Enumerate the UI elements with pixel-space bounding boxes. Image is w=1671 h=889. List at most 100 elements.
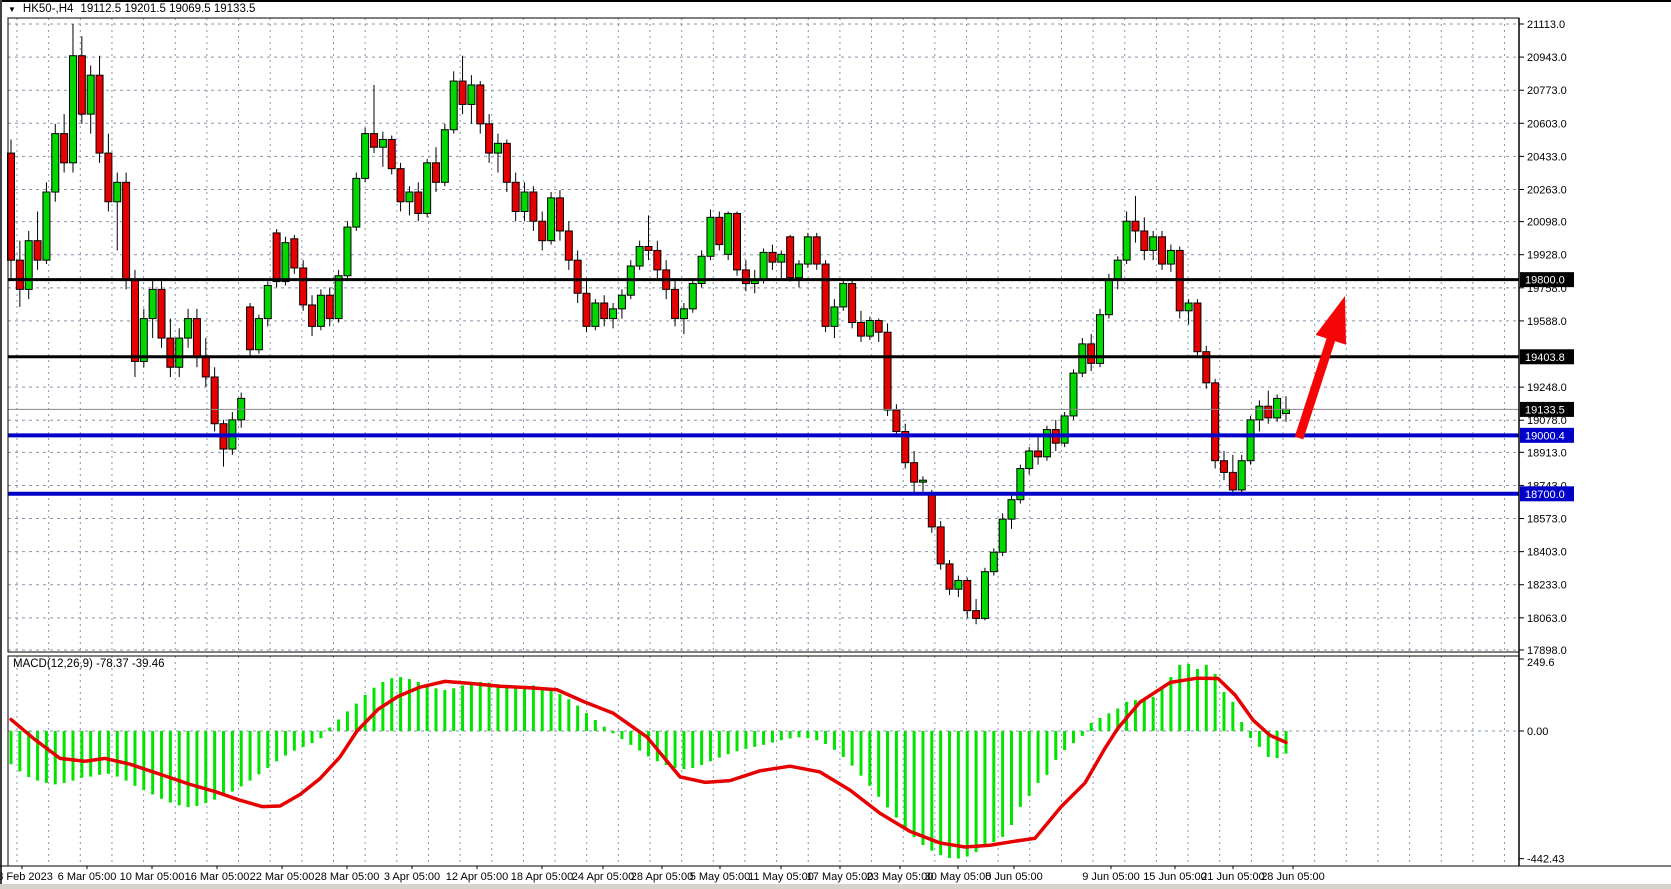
bear-candle	[388, 139, 395, 168]
price-badge: 19403.8	[1520, 349, 1574, 364]
bull-candle	[1282, 409, 1289, 413]
price-tick-label: 19248.0	[1527, 382, 1567, 394]
macd-histogram-bar	[532, 685, 535, 731]
price-tick-label: 18573.0	[1527, 514, 1567, 526]
bear-candle	[1159, 237, 1166, 264]
macd-histogram-bar	[913, 731, 916, 837]
bear-candle	[486, 124, 493, 153]
bear-candle	[247, 307, 254, 350]
macd-histogram-bar	[293, 731, 296, 751]
bear-candle	[167, 338, 174, 367]
date-label: 15 Jun 05:00	[1143, 871, 1207, 883]
bull-candle	[707, 217, 714, 256]
bull-candle	[610, 309, 617, 319]
date-label: 28 Feb 2023	[0, 871, 53, 883]
macd-histogram-bar	[868, 731, 871, 786]
bear-candle	[973, 611, 980, 619]
macd-histogram-bar	[1161, 687, 1164, 731]
macd-histogram-bar	[780, 731, 783, 740]
bull-candle	[866, 321, 873, 337]
macd-histogram-bar	[1028, 731, 1031, 796]
bear-candle	[530, 192, 537, 221]
bull-candle	[999, 519, 1006, 552]
price-tick-label: 20098.0	[1527, 217, 1567, 229]
bear-candle	[769, 252, 776, 262]
bear-candle	[813, 237, 820, 264]
bull-candle	[87, 75, 94, 114]
macd-histogram-bar	[762, 731, 765, 745]
macd-histogram-bar	[1081, 731, 1084, 736]
macd-histogram-bar	[1240, 722, 1243, 731]
price-badge: 19800.0	[1520, 272, 1574, 287]
price-tick-label: 19588.0	[1527, 316, 1567, 328]
macd-histogram-bar	[71, 731, 74, 781]
bull-candle	[831, 307, 838, 326]
price-tick-label: 20603.0	[1527, 118, 1567, 130]
bear-candle	[716, 217, 723, 244]
price-tick-label: 18403.0	[1527, 547, 1567, 559]
macd-histogram-bar	[275, 731, 278, 761]
bull-candle	[43, 192, 50, 260]
bull-candle	[804, 237, 811, 264]
bear-candle	[459, 81, 466, 104]
bear-candle	[1265, 406, 1272, 418]
price-tick-label: 21113.0	[1527, 19, 1565, 31]
bull-candle	[255, 319, 262, 350]
macd-histogram-bar	[753, 731, 756, 747]
bear-candle	[574, 260, 581, 293]
bear-candle	[1035, 451, 1042, 457]
macd-histogram-bar	[833, 731, 836, 750]
macd-histogram-bar	[886, 731, 889, 807]
macd-histogram-bar	[824, 731, 827, 744]
macd-histogram-bar	[1037, 731, 1040, 783]
macd-histogram-bar	[1010, 731, 1013, 825]
bull-candle	[1247, 420, 1254, 461]
bull-candle	[990, 552, 997, 571]
bear-candle	[8, 153, 15, 260]
price-tick-label: 17898.0	[1527, 645, 1567, 657]
chart-canvas[interactable]: 21113.020943.020773.020603.020433.020263…	[0, 0, 1671, 889]
macd-histogram-bar	[1045, 731, 1048, 775]
macd-histogram-bar	[1099, 718, 1102, 731]
bull-candle	[362, 134, 369, 179]
bull-candle	[1167, 250, 1174, 264]
bear-candle	[893, 410, 900, 431]
macd-histogram-bar	[789, 731, 792, 739]
price-tick-label: 18063.0	[1527, 613, 1567, 625]
bull-candle	[282, 243, 289, 282]
bull-candle	[1274, 398, 1281, 417]
macd-histogram-bar	[284, 731, 287, 756]
price-badge: 19133.5	[1520, 402, 1574, 417]
macd-histogram-bar	[18, 731, 21, 771]
macd-histogram-bar	[930, 731, 933, 851]
bull-candle	[25, 241, 32, 290]
bull-candle	[680, 309, 687, 319]
bear-candle	[822, 264, 829, 326]
bull-candle	[1123, 221, 1130, 260]
date-label: 28 Mar 05:00	[315, 871, 380, 883]
bull-candle	[548, 198, 555, 241]
bull-candle	[1150, 237, 1157, 251]
macd-histogram-bar	[948, 731, 951, 858]
macd-histogram-bar	[1258, 731, 1261, 747]
bear-candle	[1194, 303, 1201, 352]
bull-candle	[424, 163, 431, 214]
date-label: 28 Jun 05:00	[1261, 871, 1325, 883]
bull-candle	[778, 254, 785, 262]
chevron-down-icon[interactable]: ▼	[8, 5, 16, 14]
macd-histogram-bar	[966, 731, 969, 856]
macd-histogram-bar	[496, 684, 499, 731]
bull-candle	[441, 130, 448, 183]
trading-chart-window: 21113.020943.020773.020603.020433.020263…	[0, 0, 1671, 889]
bear-candle	[202, 358, 209, 377]
bear-candle	[645, 247, 652, 251]
bear-candle	[849, 284, 856, 323]
bull-candle	[1256, 406, 1263, 420]
date-label: 12 Apr 05:00	[446, 871, 508, 883]
macd-histogram-bar	[1276, 731, 1279, 758]
bull-candle	[725, 213, 732, 254]
macd-histogram-bar	[302, 731, 305, 747]
macd-histogram-bar	[257, 731, 260, 774]
bull-candle	[592, 303, 599, 326]
macd-indicator-label: MACD(12,26,9) -78.37 -39.46	[13, 658, 165, 670]
